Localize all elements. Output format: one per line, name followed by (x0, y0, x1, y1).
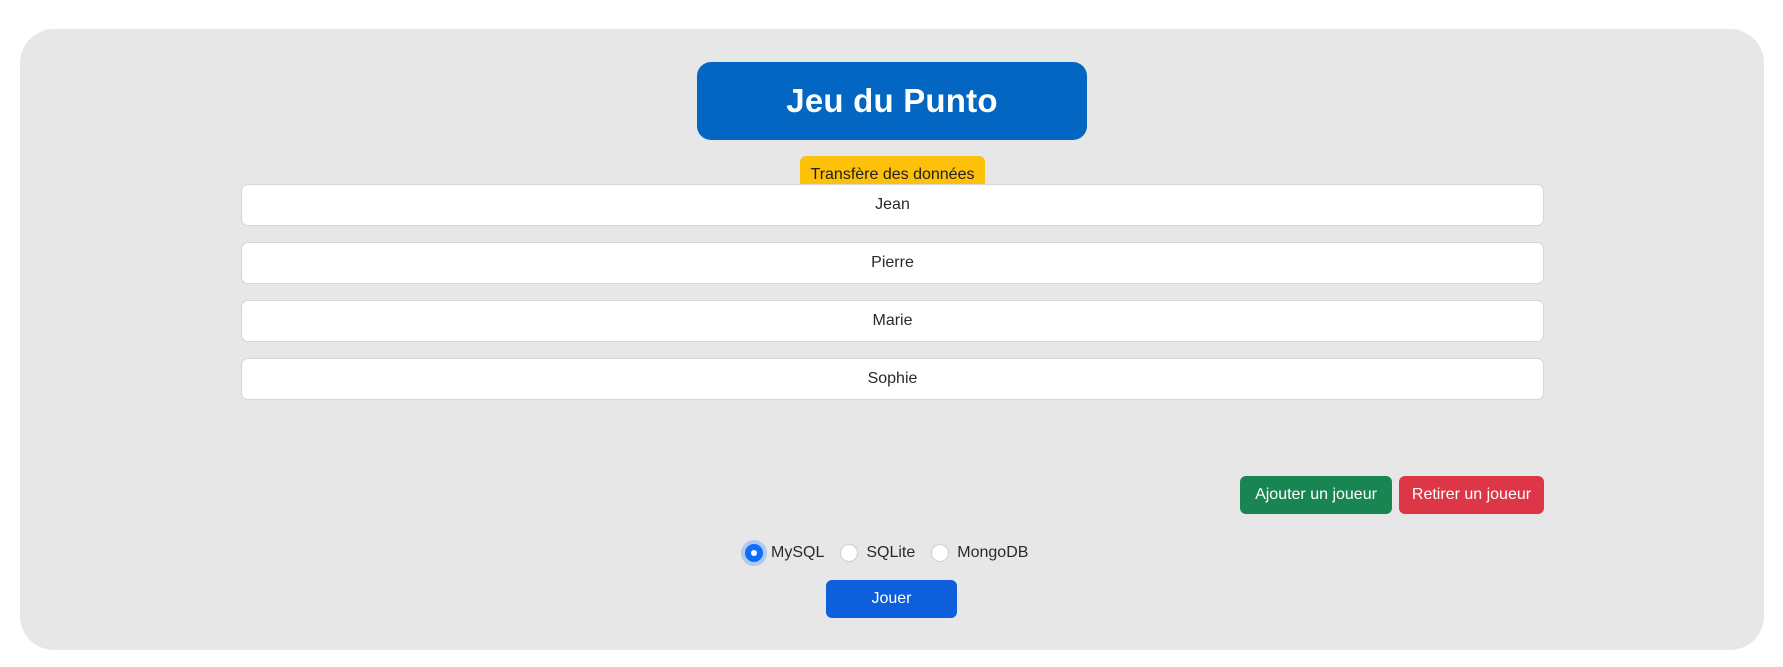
title-banner: Jeu du Punto (697, 62, 1087, 140)
database-selector: MySQL SQLite MongoDB (745, 539, 1044, 567)
db-option-label: MongoDB (957, 544, 1029, 561)
play-button[interactable]: Jouer (826, 580, 957, 618)
db-option-label: MySQL (771, 544, 825, 561)
db-option-mongodb[interactable]: MongoDB (931, 544, 1028, 562)
player-input-3[interactable] (241, 300, 1544, 342)
radio-sqlite[interactable] (840, 544, 859, 562)
db-option-sqlite[interactable]: SQLite (840, 544, 915, 562)
remove-player-button[interactable]: Retirer un joueur (1399, 476, 1544, 514)
radio-mysql[interactable] (745, 544, 763, 562)
main-panel: Jeu du Punto Transfère des données Ajout… (20, 29, 1764, 650)
db-option-label: SQLite (866, 544, 916, 561)
player-input-4[interactable] (241, 358, 1544, 400)
db-option-mysql[interactable]: MySQL (745, 544, 824, 562)
radio-mongodb[interactable] (931, 544, 950, 562)
player-input-2[interactable] (241, 242, 1544, 284)
add-player-button[interactable]: Ajouter un joueur (1240, 476, 1392, 514)
page-title: Jeu du Punto (786, 82, 998, 119)
player-input-1[interactable] (241, 184, 1544, 226)
